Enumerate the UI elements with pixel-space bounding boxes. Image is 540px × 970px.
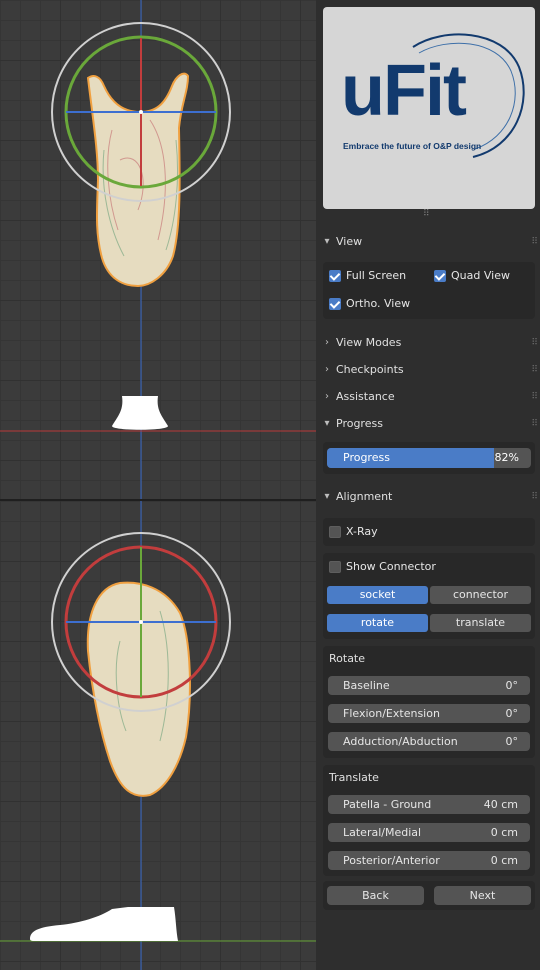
tab-socket[interactable]: socket (327, 586, 428, 604)
drag-handle-icon[interactable]: ⠿ (531, 230, 538, 254)
chevron-right-icon: › (325, 364, 329, 375)
chevron-down-icon: ▾ (324, 418, 330, 429)
back-button[interactable]: Back (327, 886, 424, 905)
rotate-section-title: Rotate (329, 652, 366, 665)
patella-ground-field[interactable]: Patella - Ground 40 cm (328, 795, 530, 814)
viewport-side[interactable] (0, 501, 316, 970)
panel-header-view[interactable]: ▾ View ⠿ (316, 230, 540, 254)
progress-value: 82% (494, 451, 519, 464)
checkbox-unchecked-icon (329, 561, 341, 573)
field-value: 0 cm (490, 826, 518, 839)
side-panel: uFit Embrace the future of O&P design ⠿ … (316, 0, 540, 970)
panel-header-label: View (336, 235, 363, 248)
gizmo-center[interactable] (139, 620, 143, 624)
drag-handle-icon[interactable]: ⠿ (531, 412, 538, 436)
posterior-anterior-field[interactable]: Posterior/Anterior 0 cm (328, 851, 530, 870)
field-label: Lateral/Medial (343, 826, 422, 839)
foot-silhouette-side (30, 907, 178, 941)
panel-header-assistance[interactable]: › Assistance ⠿ (316, 385, 540, 409)
field-label: Baseline (343, 679, 390, 692)
translate-box: Translate Patella - Ground 40 cm Lateral… (323, 765, 535, 876)
panel-header-progress[interactable]: ▾ Progress ⠿ (316, 412, 540, 436)
field-label: Adduction/Abduction (343, 735, 458, 748)
progress-label: Progress (343, 451, 390, 464)
viewport-side-canvas[interactable] (0, 501, 316, 970)
panel-header-checkpoints[interactable]: › Checkpoints ⠿ (316, 358, 540, 382)
adduction-abduction-field[interactable]: Adduction/Abduction 0° (328, 732, 530, 751)
checkbox-label: Show Connector (346, 560, 436, 573)
tab-translate[interactable]: translate (430, 614, 531, 632)
gizmo-center[interactable] (139, 110, 143, 114)
drag-handle-icon[interactable]: ⠿ (531, 331, 538, 355)
field-label: Flexion/Extension (343, 707, 440, 720)
panel-header-view-modes[interactable]: › View Modes ⠿ (316, 331, 540, 355)
view-options-box: Full Screen Quad View Ortho. View (323, 262, 535, 319)
tab-connector[interactable]: connector (430, 586, 531, 604)
field-value: 0° (505, 679, 519, 692)
chevron-down-icon: ▾ (324, 236, 330, 247)
drag-handle-icon[interactable]: ⠿ (531, 485, 538, 509)
progress-bar: Progress 82% (327, 448, 531, 468)
checkbox-label: Quad View (451, 269, 510, 282)
logo-tagline: Embrace the future of O&P design (343, 141, 482, 151)
panel-header-label: View Modes (336, 336, 402, 349)
field-value: 0 cm (490, 854, 518, 867)
viewport-front[interactable] (0, 0, 316, 500)
flexion-extension-field[interactable]: Flexion/Extension 0° (328, 704, 530, 723)
tab-rotate[interactable]: rotate (327, 614, 428, 632)
checkbox-checked-icon (434, 270, 446, 282)
checkbox-label: Full Screen (346, 269, 407, 282)
field-label: Patella - Ground (343, 798, 432, 811)
panel-header-label: Progress (336, 417, 383, 430)
nav-buttons-box: Back Next (323, 881, 535, 910)
panel-header-label: Checkpoints (336, 363, 404, 376)
field-label: Posterior/Anterior (343, 854, 440, 867)
lateral-medial-field[interactable]: Lateral/Medial 0 cm (328, 823, 530, 842)
rotate-box: Rotate Baseline 0° Flexion/Extension 0° … (323, 646, 535, 758)
checkbox-checked-icon (329, 298, 341, 310)
checkbox-label: X-Ray (346, 525, 378, 538)
chevron-right-icon: › (325, 391, 329, 402)
baseline-field[interactable]: Baseline 0° (328, 676, 530, 695)
logo-panel: uFit Embrace the future of O&P design (323, 7, 535, 209)
panel-header-label: Assistance (336, 390, 395, 403)
next-button[interactable]: Next (434, 886, 531, 905)
chevron-down-icon: ▾ (324, 491, 330, 502)
xray-box: X-Ray (323, 518, 535, 546)
translate-section-title: Translate (329, 771, 379, 784)
connector-box: Show Connector socket connector rotate t… (323, 553, 535, 639)
field-value: 0° (505, 735, 519, 748)
drag-handle-icon[interactable]: ⠿ (531, 385, 538, 409)
checkbox-checked-icon (329, 270, 341, 282)
chevron-right-icon: › (325, 337, 329, 348)
panel-header-alignment[interactable]: ▾ Alignment ⠿ (316, 485, 540, 509)
field-value: 40 cm (483, 798, 518, 811)
foot-silhouette-front (112, 396, 168, 430)
drag-handle-icon[interactable]: ⠿ (531, 358, 538, 382)
checkbox-label: Ortho. View (346, 297, 411, 310)
logo-wordmark: uFit (341, 51, 467, 131)
drag-handle-icon[interactable]: ⠿ (423, 209, 430, 219)
panel-header-label: Alignment (336, 490, 393, 503)
viewport-front-canvas[interactable] (0, 0, 316, 500)
field-value: 0° (505, 707, 519, 720)
checkbox-unchecked-icon (329, 526, 341, 538)
